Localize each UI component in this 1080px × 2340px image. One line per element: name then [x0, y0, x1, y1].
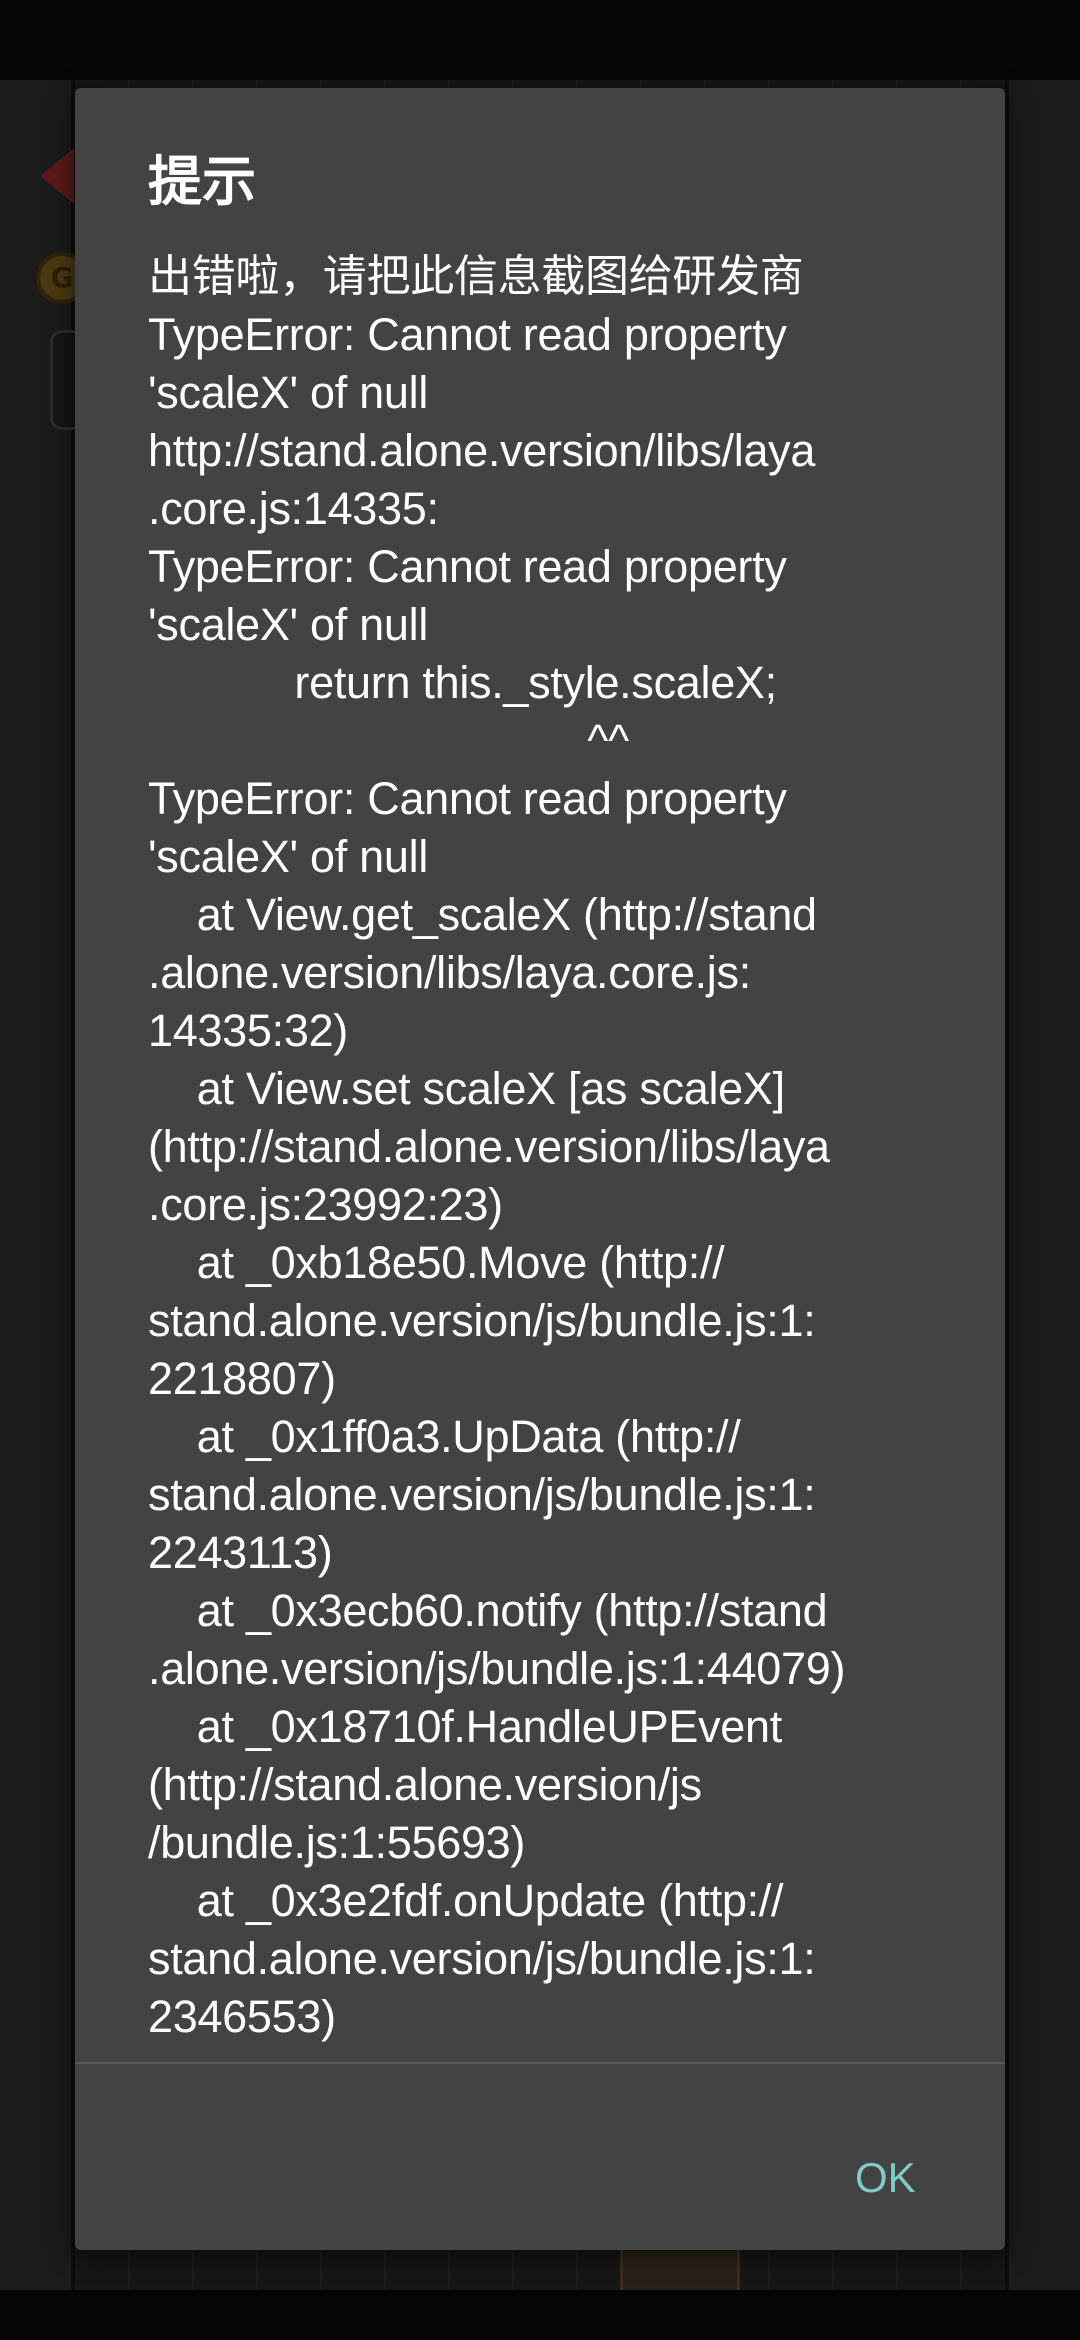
message-line: (http://stand.alone.version/js: [148, 1759, 702, 1810]
background-back-arrow-icon: [40, 148, 74, 204]
message-line: TypeError: Cannot read property: [148, 541, 787, 592]
message-line: at _0xb18e50.Move (http://: [148, 1237, 725, 1288]
dialog-title: 提示: [148, 150, 256, 213]
message-line: 'scaleX' of null: [148, 367, 429, 418]
message-line: TypeError: Cannot read property: [148, 773, 787, 824]
message-line: 14335:32): [148, 1005, 348, 1056]
message-line: TypeError: Cannot read property: [148, 309, 787, 360]
message-line: at _0x18710f.HandleUPEvent: [148, 1701, 782, 1752]
message-line: stand.alone.version/js/bundle.js:1:: [148, 1933, 816, 1984]
message-line: at _0x3ecb60.notify (http://stand: [148, 1585, 828, 1636]
message-line: stand.alone.version/js/bundle.js:1:: [148, 1295, 816, 1346]
message-line: at _0x3e2fdf.onUpdate (http://: [148, 1875, 784, 1926]
ok-button[interactable]: OK: [855, 2150, 916, 2206]
message-line: return this._style.scaleX;: [148, 657, 777, 708]
message-line: 2218807): [148, 1353, 336, 1404]
message-line: 出错啦，请把此信息截图给研发商: [148, 251, 804, 302]
dialog-divider: [75, 2062, 1005, 2064]
message-line: ^^: [148, 715, 629, 766]
message-line: (http://stand.alone.version/libs/laya: [148, 1121, 830, 1172]
message-line: .alone.version/js/bundle.js:1:44079): [148, 1643, 846, 1694]
message-line: .alone.version/libs/laya.core.js:: [148, 947, 751, 998]
navigation-bar-area: [0, 2290, 1080, 2340]
message-line: 'scaleX' of null: [148, 831, 429, 882]
message-line: 'scaleX' of null: [148, 599, 429, 650]
status-bar-area: [0, 0, 1080, 80]
message-line: stand.alone.version/js/bundle.js:1:: [148, 1469, 816, 1520]
message-line: 2346553): [148, 1991, 336, 2042]
dialog-message[interactable]: 出错啦，请把此信息截图给研发商 TypeError: Cannot read pr…: [148, 248, 1005, 2148]
message-line: at View.get_scaleX (http://stand: [148, 889, 817, 940]
message-line: at View.set scaleX [as scaleX]: [148, 1063, 785, 1114]
message-line: .core.js:23992:23): [148, 1179, 503, 1230]
message-line: /bundle.js:1:55693): [148, 1817, 526, 1868]
message-line: http://stand.alone.version/libs/laya: [148, 425, 816, 476]
background-wall-right: [1005, 80, 1080, 2290]
message-line: at _0x1ff0a3.UpData (http://: [148, 1411, 741, 1462]
message-line: 2243113): [148, 1527, 333, 1578]
error-dialog: 提示 出错啦，请把此信息截图给研发商 TypeError: Cannot read…: [75, 88, 1005, 2250]
message-line: .core.js:14335:: [148, 483, 439, 534]
